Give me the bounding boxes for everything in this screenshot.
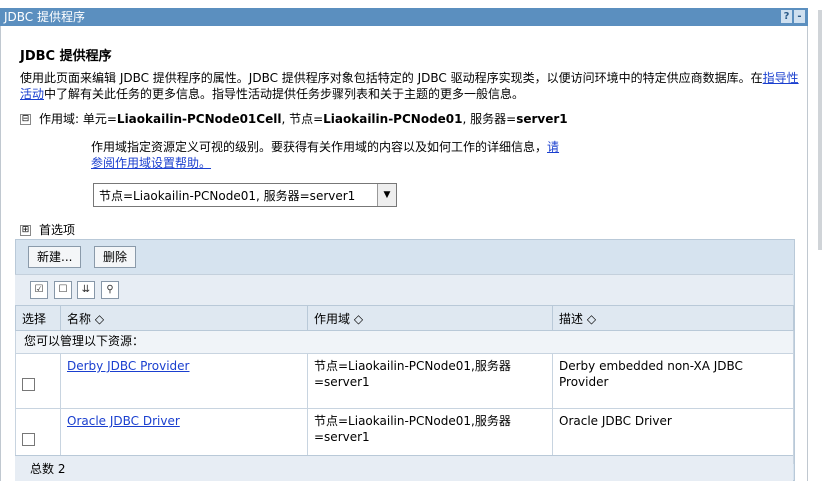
preferences-label[interactable]: 首选项 xyxy=(39,223,75,237)
window-titlebar: JDBC 提供程序 ? - xyxy=(0,8,808,26)
minimize-button[interactable]: - xyxy=(794,10,805,23)
provider-link[interactable]: Derby JDBC Provider xyxy=(67,359,190,373)
row-checkbox[interactable] xyxy=(22,378,35,391)
row-description: Derby embedded non-XA JDBC Provider xyxy=(552,353,794,409)
providers-table: 选择 名称 ◇ 作用域 ◇ 描述 ◇ 您可以管理以下资源： Derby JDBC… xyxy=(15,305,794,464)
preferences-row[interactable]: ⊞ 首选项 xyxy=(20,221,75,238)
help-button[interactable]: ? xyxy=(781,10,792,23)
collapse-icon[interactable]: ⊟ xyxy=(20,114,31,125)
page-description: 使用此页面来编辑 JDBC 提供程序的属性。JDBC 提供程序对象包括特定的 J… xyxy=(20,70,800,102)
scope-node: Liaokailin-PCNode01 xyxy=(323,112,463,126)
scope-select[interactable]: 节点=Liaokailin-PCNode01, 服务器=server1 ▼ xyxy=(93,183,397,207)
col-description[interactable]: 描述 ◇ xyxy=(552,305,794,331)
description-text-2: 中了解有关此任务的更多信息。指导性活动提供任务步骤列表和关于主题的更多一般信息。 xyxy=(44,87,525,101)
scrollbar[interactable] xyxy=(818,10,822,250)
scope-server: server1 xyxy=(516,112,568,126)
col-scope[interactable]: 作用域 ◇ xyxy=(307,305,553,331)
select-all-icon[interactable]: ☑ xyxy=(30,281,48,299)
window-title: JDBC 提供程序 xyxy=(4,10,85,24)
scope-row: ⊟ 作用域: 单元=Liaokailin-PCNode01Cell, 节点=Lia… xyxy=(20,110,568,127)
scope-cell: Liaokailin-PCNode01Cell xyxy=(116,112,282,126)
row-name: Derby JDBC Provider xyxy=(60,353,308,409)
new-button[interactable]: 新建... xyxy=(28,246,82,268)
scope-select-value: 节点=Liaokailin-PCNode01, 服务器=server1 xyxy=(99,189,356,203)
table-row: Derby JDBC Provider 节点=Liaokailin-PCNode… xyxy=(15,353,794,409)
scope-server-label: , 服务器= xyxy=(462,112,517,126)
page-title: JDBC 提供程序 xyxy=(20,49,112,64)
icon-toolbar xyxy=(15,274,793,305)
chevron-down-icon[interactable]: ▼ xyxy=(377,184,396,206)
scope-label: 作用域: 单元= xyxy=(39,112,117,126)
total-bar: 总数 2 xyxy=(15,455,793,481)
description-text-1: 使用此页面来编辑 JDBC 提供程序的属性。JDBC 提供程序对象包括特定的 J… xyxy=(20,71,763,85)
filter-icon[interactable]: ⇊ xyxy=(77,281,95,299)
group-label: 您可以管理以下资源： xyxy=(15,330,794,354)
row-select xyxy=(15,353,61,409)
show-filter-icon[interactable]: ⚲ xyxy=(101,281,119,299)
total-count: 总数 2 xyxy=(30,462,66,476)
expand-icon[interactable]: ⊞ xyxy=(20,225,31,236)
provider-link[interactable]: Oracle JDBC Driver xyxy=(67,414,180,428)
col-name[interactable]: 名称 ◇ xyxy=(60,305,308,331)
scope-help: 作用域指定资源定义可视的级别。要获得有关作用域的内容以及如何工作的详细信息，请参… xyxy=(91,139,571,171)
scope-help-text: 作用域指定资源定义可视的级别。要获得有关作用域的内容以及如何工作的详细信息， xyxy=(91,140,548,154)
scope-node-label: , 节点= xyxy=(281,112,324,126)
deselect-all-icon[interactable]: ☐ xyxy=(54,281,72,299)
row-scope: 节点=Liaokailin-PCNode01,服务器=server1 xyxy=(307,353,553,409)
col-select: 选择 xyxy=(15,305,61,331)
delete-button[interactable]: 删除 xyxy=(94,246,137,268)
row-checkbox[interactable] xyxy=(22,433,35,446)
